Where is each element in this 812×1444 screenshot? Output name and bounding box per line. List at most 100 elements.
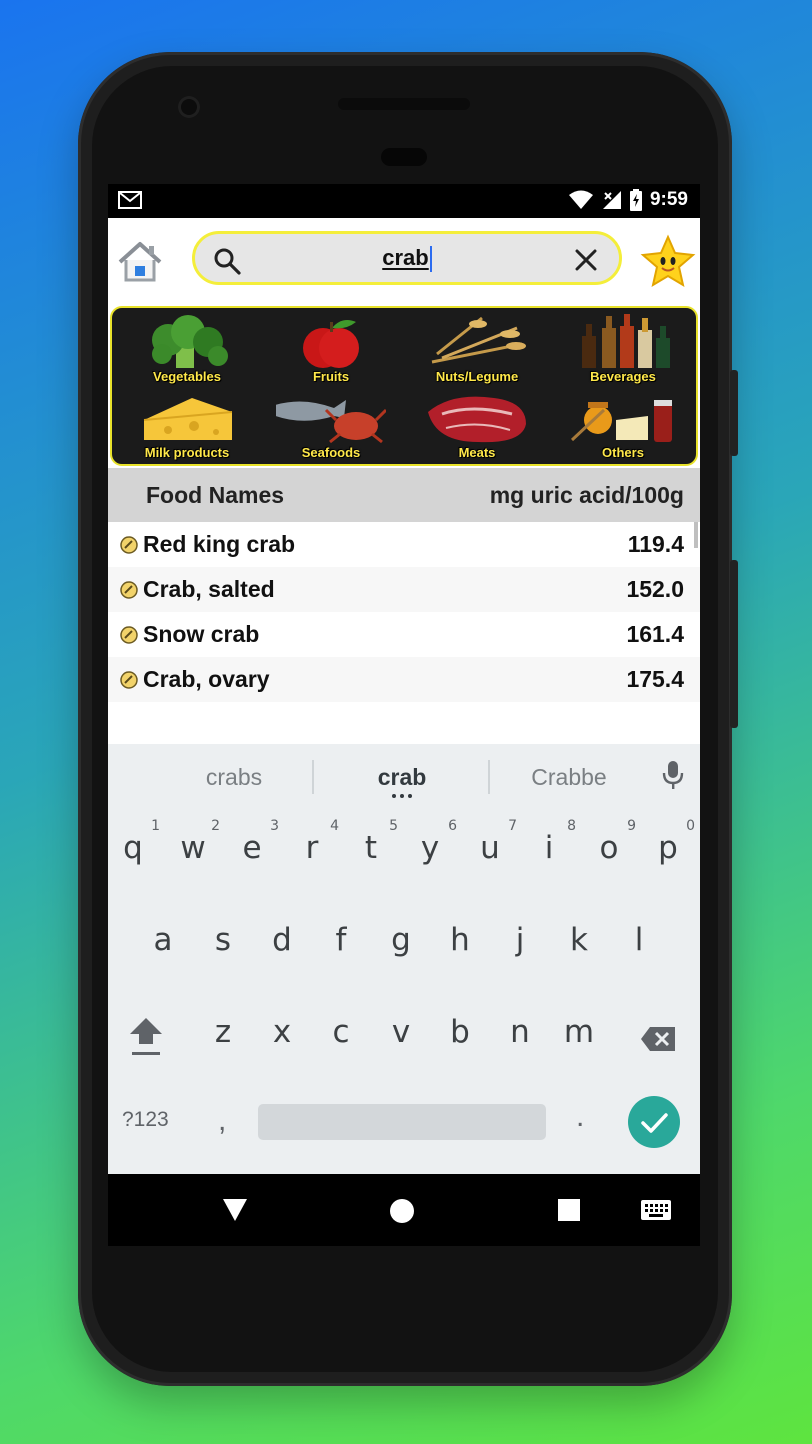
key-t[interactable]: t5	[342, 818, 400, 866]
app-toolbar: crab	[108, 218, 700, 304]
shift-icon[interactable]	[128, 1016, 164, 1056]
food-row[interactable]: Red king crab 119.4	[108, 522, 700, 567]
category-label: Others	[602, 445, 644, 460]
home-nav-icon[interactable]	[389, 1198, 415, 1224]
earpiece-speaker	[338, 98, 470, 110]
key-a[interactable]: a	[134, 922, 192, 958]
key-q[interactable]: q1	[108, 818, 162, 866]
wifi-icon	[568, 190, 593, 209]
search-bar[interactable]: crab	[192, 231, 622, 285]
category-meats[interactable]: Meats	[404, 386, 550, 462]
backspace-icon[interactable]	[640, 1026, 676, 1052]
comma-key[interactable]: ,	[218, 1104, 226, 1138]
key-letter: i	[544, 830, 554, 866]
category-beverages[interactable]: Beverages	[550, 310, 696, 386]
recents-icon[interactable]	[558, 1199, 580, 1221]
key-letter: o	[599, 830, 619, 866]
gmail-icon	[118, 191, 142, 209]
proximity-sensor	[381, 148, 427, 166]
key-letter: u	[480, 830, 500, 866]
food-value: 161.4	[626, 621, 684, 647]
category-label: Beverages	[590, 369, 656, 384]
category-others[interactable]: Others	[550, 386, 696, 462]
key-h[interactable]: h	[431, 922, 489, 958]
food-row[interactable]: Snow crab 161.4	[108, 612, 700, 657]
food-value: 119.4	[627, 531, 684, 557]
category-label: Vegetables	[153, 369, 221, 384]
search-icon	[214, 248, 241, 275]
text-cursor	[429, 246, 432, 273]
category-panel: Vegetables Fruits Nuts/Legume Beverages …	[110, 306, 698, 466]
key-x[interactable]: x	[253, 1014, 311, 1050]
clear-icon[interactable]	[573, 247, 599, 273]
category-label: Seafoods	[301, 445, 361, 460]
mic-icon[interactable]	[662, 760, 684, 790]
spacebar[interactable]	[258, 1104, 546, 1140]
back-icon[interactable]	[222, 1198, 248, 1222]
suggestion-right[interactable]: Crabbe	[490, 744, 648, 804]
key-e[interactable]: e3	[223, 818, 281, 866]
key-letter: e	[242, 830, 262, 866]
key-w[interactable]: w2	[164, 818, 222, 866]
key-hint: 6	[448, 818, 457, 834]
home-icon[interactable]	[116, 238, 164, 286]
app-screen: 9:59 crab Vegetables Fruits Nuts/Legume …	[108, 184, 700, 1174]
food-name: Crab, ovary	[143, 666, 270, 692]
header-uric-acid[interactable]: mg uric acid/100g	[490, 468, 684, 522]
key-letter: q	[123, 830, 143, 866]
key-f[interactable]: f	[312, 922, 370, 958]
key-letter: p	[658, 830, 678, 866]
key-r[interactable]: r4	[283, 818, 341, 866]
food-name: Snow crab	[143, 621, 260, 647]
header-food-names[interactable]: Food Names	[146, 468, 284, 522]
key-b[interactable]: b	[431, 1014, 489, 1050]
key-v[interactable]: v	[372, 1014, 430, 1050]
more-suggestions-icon[interactable]	[391, 794, 413, 798]
key-u[interactable]: u7	[461, 818, 519, 866]
key-i[interactable]: i8	[520, 818, 578, 866]
food-row[interactable]: Crab, salted 152.0	[108, 567, 700, 612]
food-value: 152.0	[626, 576, 684, 602]
food-list: Red king crab 119.4 Crab, salted 152.0 S…	[108, 522, 700, 702]
list-scrollbar[interactable]	[694, 522, 698, 548]
key-hint: 8	[567, 818, 576, 834]
period-key[interactable]: .	[576, 1100, 584, 1134]
cheese-icon	[143, 398, 233, 440]
key-hint: 5	[389, 818, 398, 834]
key-c[interactable]: c	[312, 1014, 370, 1050]
star-icon[interactable]	[640, 234, 696, 290]
key-j[interactable]: j	[491, 922, 549, 958]
symbols-key[interactable]: ?123	[122, 1108, 169, 1132]
enter-button[interactable]	[628, 1096, 680, 1148]
key-n[interactable]: n	[491, 1014, 549, 1050]
key-hint: 3	[270, 818, 279, 834]
category-label: Milk products	[144, 445, 230, 460]
search-input[interactable]: crab	[265, 234, 549, 282]
key-g[interactable]: g	[372, 922, 430, 958]
category-fruits[interactable]: Fruits	[258, 310, 404, 386]
category-label: Meats	[458, 445, 496, 460]
key-y[interactable]: y6	[401, 818, 459, 866]
soft-keyboard: q1 w2 e3 r4 t5 y6 u7 i8 o9 p0 a s d f g …	[108, 804, 700, 1174]
category-milk-products[interactable]: Milk products	[114, 386, 260, 462]
key-d[interactable]: d	[253, 922, 311, 958]
volume-button	[730, 560, 738, 728]
category-vegetables[interactable]: Vegetables	[114, 310, 260, 386]
food-row[interactable]: Crab, ovary 175.4	[108, 657, 700, 702]
key-l[interactable]: l	[610, 922, 668, 958]
category-nuts-legume[interactable]: Nuts/Legume	[404, 310, 550, 386]
key-letter: r	[305, 830, 319, 866]
key-k[interactable]: k	[550, 922, 608, 958]
suggestion-left[interactable]: crabs	[138, 744, 330, 804]
key-p[interactable]: p0	[639, 818, 697, 866]
power-button	[730, 370, 738, 456]
key-o[interactable]: o9	[580, 818, 638, 866]
keyboard-switch-icon[interactable]	[641, 1200, 671, 1220]
food-bullet-icon	[120, 536, 138, 554]
key-s[interactable]: s	[194, 922, 252, 958]
key-z[interactable]: z	[194, 1014, 252, 1050]
battery-icon	[629, 189, 642, 211]
key-m[interactable]: m	[550, 1014, 608, 1050]
category-seafoods[interactable]: Seafoods	[258, 386, 404, 462]
bottles-icon	[582, 314, 670, 368]
